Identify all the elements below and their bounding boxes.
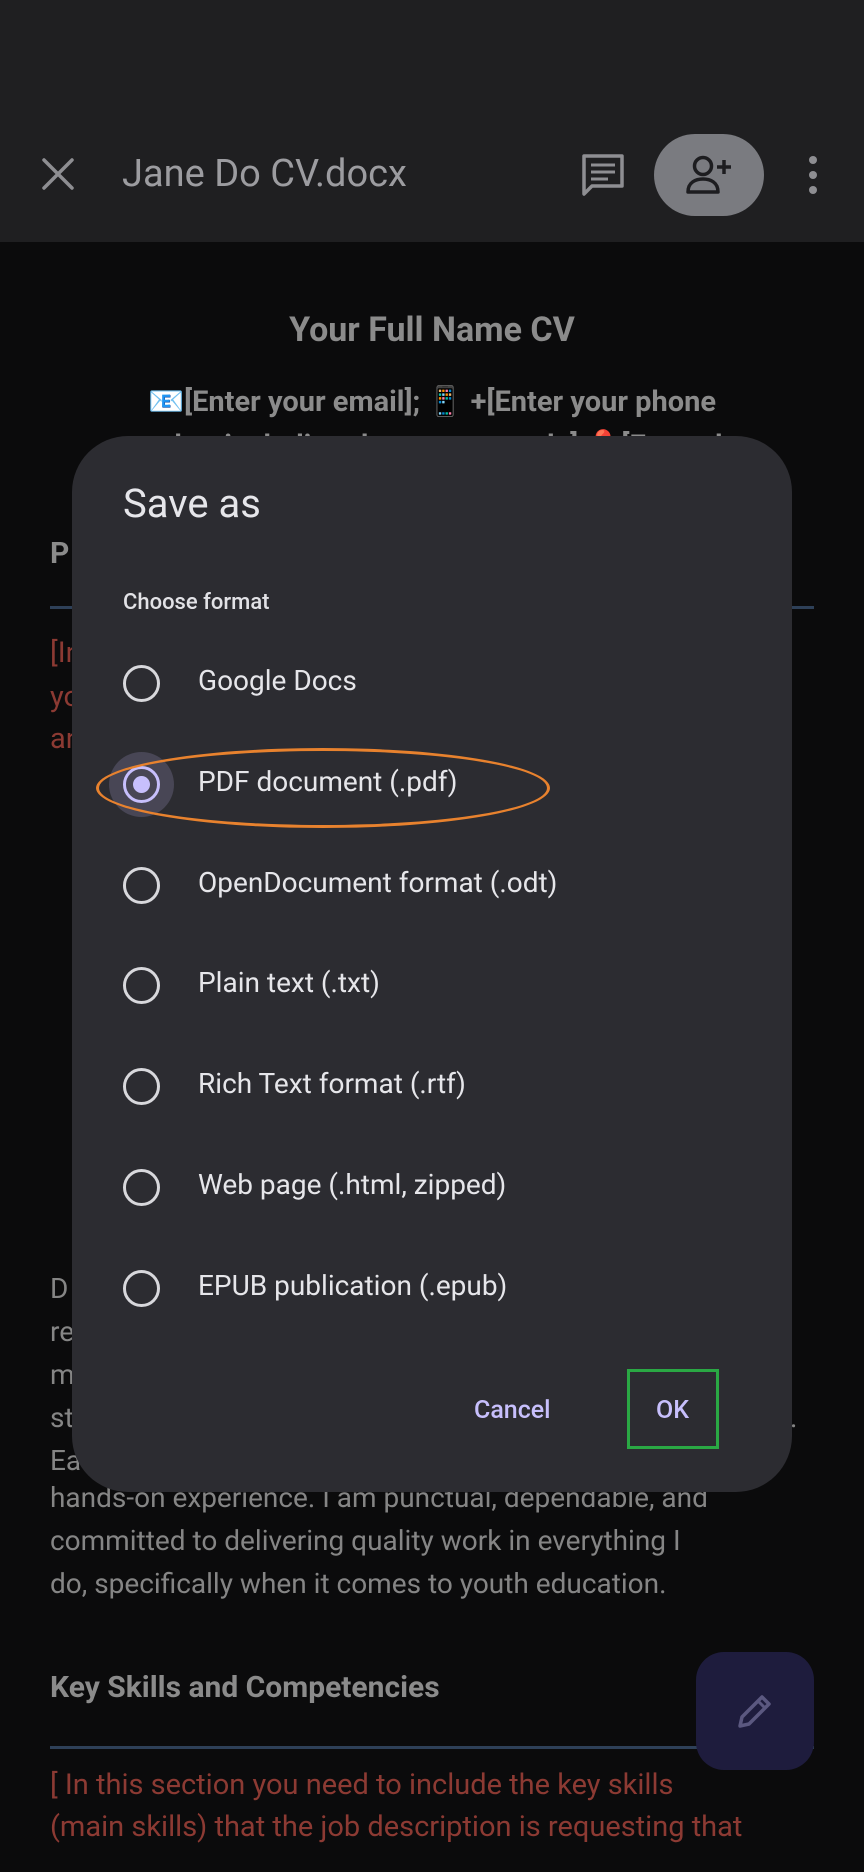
- placeholder-text: [ In this section you need to include th…: [50, 1768, 674, 1802]
- radio-button[interactable]: [123, 867, 160, 904]
- text-fragment: re: [50, 1315, 75, 1348]
- profile-paragraph: hands-on experience. I am punctual, depe…: [50, 1476, 830, 1605]
- option-label: Plain text (.txt): [198, 966, 380, 999]
- radio-button[interactable]: [123, 665, 160, 702]
- format-option-html[interactable]: Web page (.html, zipped): [123, 1155, 743, 1225]
- highlight-box: [627, 1369, 719, 1449]
- edit-fab[interactable]: [696, 1652, 814, 1770]
- highlight-ellipse: [96, 748, 550, 828]
- dialog-subtitle: Choose format: [123, 590, 270, 615]
- add-person-icon: [686, 155, 731, 194]
- section-heading: P: [50, 536, 70, 571]
- close-icon[interactable]: [36, 152, 80, 196]
- option-label: Rich Text format (.rtf): [198, 1067, 466, 1100]
- text-fragment: D: [50, 1272, 69, 1305]
- format-option-rtf[interactable]: Rich Text format (.rtf): [123, 1054, 743, 1124]
- option-label: Web page (.html, zipped): [198, 1168, 507, 1201]
- comment-icon[interactable]: [578, 150, 628, 200]
- radio-button[interactable]: [123, 1169, 160, 1206]
- option-label: EPUB publication (.epub): [198, 1269, 508, 1302]
- contact-line: 📧[Enter your email]; 📱 +[Enter your phon…: [147, 385, 717, 419]
- format-option-txt[interactable]: Plain text (.txt): [123, 953, 743, 1023]
- app-bar: Jane Do CV.docx: [0, 100, 864, 242]
- share-button[interactable]: [654, 134, 764, 216]
- text-fragment: st: [50, 1401, 74, 1434]
- status-bar: [0, 0, 864, 100]
- paragraph-line: committed to delivering quality work in …: [50, 1524, 681, 1557]
- option-label: Google Docs: [198, 664, 357, 697]
- format-option-epub[interactable]: EPUB publication (.epub): [123, 1256, 743, 1326]
- radio-button[interactable]: [123, 1068, 160, 1105]
- skills-heading: Key Skills and Competencies: [50, 1670, 440, 1705]
- placeholder-text: (main skills) that the job description i…: [50, 1810, 743, 1844]
- text-fragment: m: [50, 1358, 75, 1391]
- option-label: OpenDocument format (.odt): [198, 866, 558, 899]
- cv-title: Your Full Name CV: [289, 310, 575, 350]
- edit-pencil-icon: [738, 1695, 771, 1728]
- cancel-button[interactable]: Cancel: [474, 1396, 551, 1425]
- paragraph-line: do, specifically when it comes to youth …: [50, 1567, 667, 1600]
- radio-button[interactable]: [123, 1270, 160, 1307]
- format-option-google-docs[interactable]: Google Docs: [123, 651, 743, 721]
- dialog-title: Save as: [123, 480, 261, 527]
- document-title: Jane Do CV.docx: [122, 152, 407, 196]
- more-vert-icon[interactable]: [798, 150, 828, 200]
- radio-button[interactable]: [123, 967, 160, 1004]
- format-option-odt[interactable]: OpenDocument format (.odt): [123, 853, 743, 923]
- save-as-dialog: Save as Choose format Google Docs PDF do…: [72, 436, 792, 1492]
